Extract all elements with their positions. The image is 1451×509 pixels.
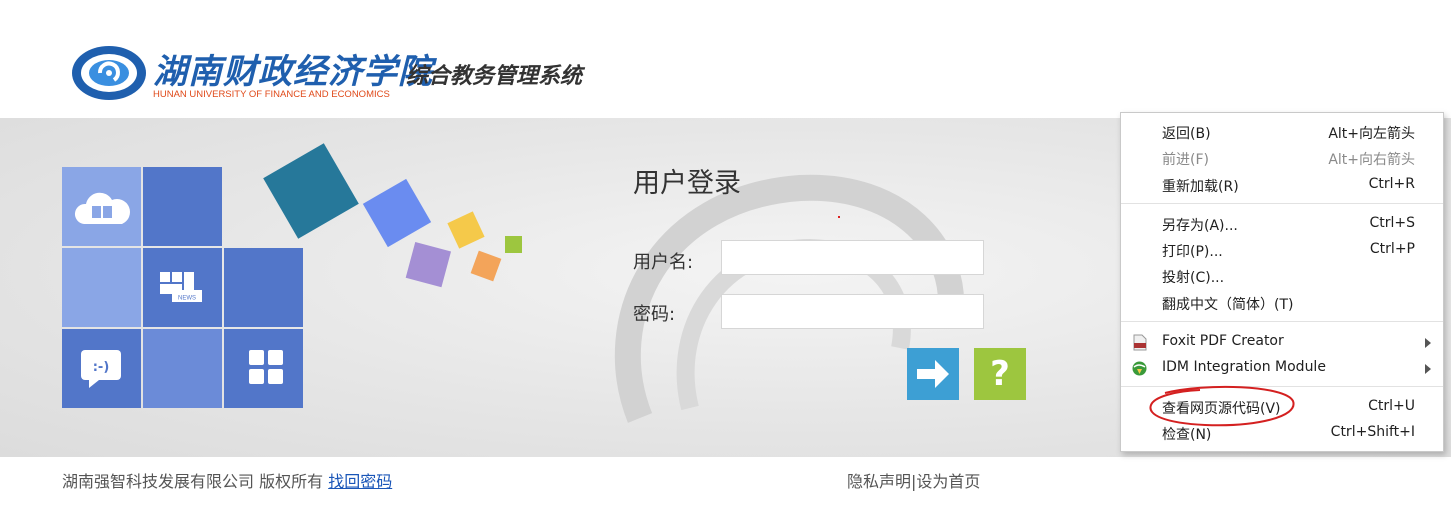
copyright-text: 湖南强智科技发展有限公司 版权所有 (62, 472, 324, 491)
globe-download-icon (1132, 361, 1147, 376)
menu-item-reload[interactable]: 重新加载(R) Ctrl+R (1121, 172, 1443, 198)
menu-item-idm[interactable]: IDM Integration Module (1121, 355, 1443, 381)
username-input[interactable] (721, 240, 984, 275)
news-text: NEWS (178, 296, 196, 302)
annotation-circle (1149, 385, 1295, 427)
submenu-arrow-icon (1425, 338, 1431, 348)
arrow-right-icon (917, 360, 949, 388)
chat-text: :-) (93, 360, 110, 375)
menu-item-foxit[interactable]: Foxit PDF Creator (1121, 329, 1443, 355)
school-seal-icon (72, 46, 146, 100)
menu-item-save-as[interactable]: 另存为(A)... Ctrl+S (1121, 211, 1443, 237)
news-icon: NEWS (160, 272, 202, 302)
page-header: 湖南财政经济学院 HUNAN UNIVERSITY OF FINANCE AND… (0, 0, 1451, 118)
menu-item-back[interactable]: 返回(B) Alt+向左箭头 (1121, 119, 1443, 145)
menu-item-cast[interactable]: 投射(C)... (1121, 263, 1443, 289)
submenu-arrow-icon (1425, 364, 1431, 374)
red-dot (838, 216, 840, 218)
school-name-en: HUNAN UNIVERSITY OF FINANCE AND ECONOMIC… (153, 89, 390, 100)
help-button[interactable]: ? (974, 348, 1026, 400)
system-title: 综合教务管理系统 (406, 64, 583, 89)
decorative-squares (263, 143, 522, 288)
chat-bubble-icon: :-) (81, 350, 121, 388)
footer-copyright: 湖南强智科技发展有限公司 版权所有 找回密码 (62, 468, 392, 492)
menu-item-forward[interactable]: 前进(F) Alt+向右箭头 (1121, 145, 1443, 171)
password-label: 密码: (633, 304, 676, 325)
menu-item-print[interactable]: 打印(P)... Ctrl+P (1121, 237, 1443, 263)
login-submit-button[interactable] (907, 348, 959, 400)
menu-separator (1121, 203, 1443, 204)
menu-separator (1121, 321, 1443, 322)
footer-links[interactable]: 隐私声明|设为首页 (847, 468, 980, 492)
pdf-file-icon (1133, 334, 1147, 351)
cloud-book-icon (74, 192, 130, 224)
find-password-link[interactable]: 找回密码 (328, 472, 392, 491)
apps-grid-icon (249, 350, 283, 384)
login-title: 用户登录 (633, 168, 741, 199)
username-label: 用户名: (633, 252, 694, 273)
school-name-cn: 湖南财政经济学院 (153, 52, 433, 92)
password-input[interactable] (721, 294, 984, 329)
menu-item-translate[interactable]: 翻成中文（简体）(T) (1121, 290, 1443, 316)
